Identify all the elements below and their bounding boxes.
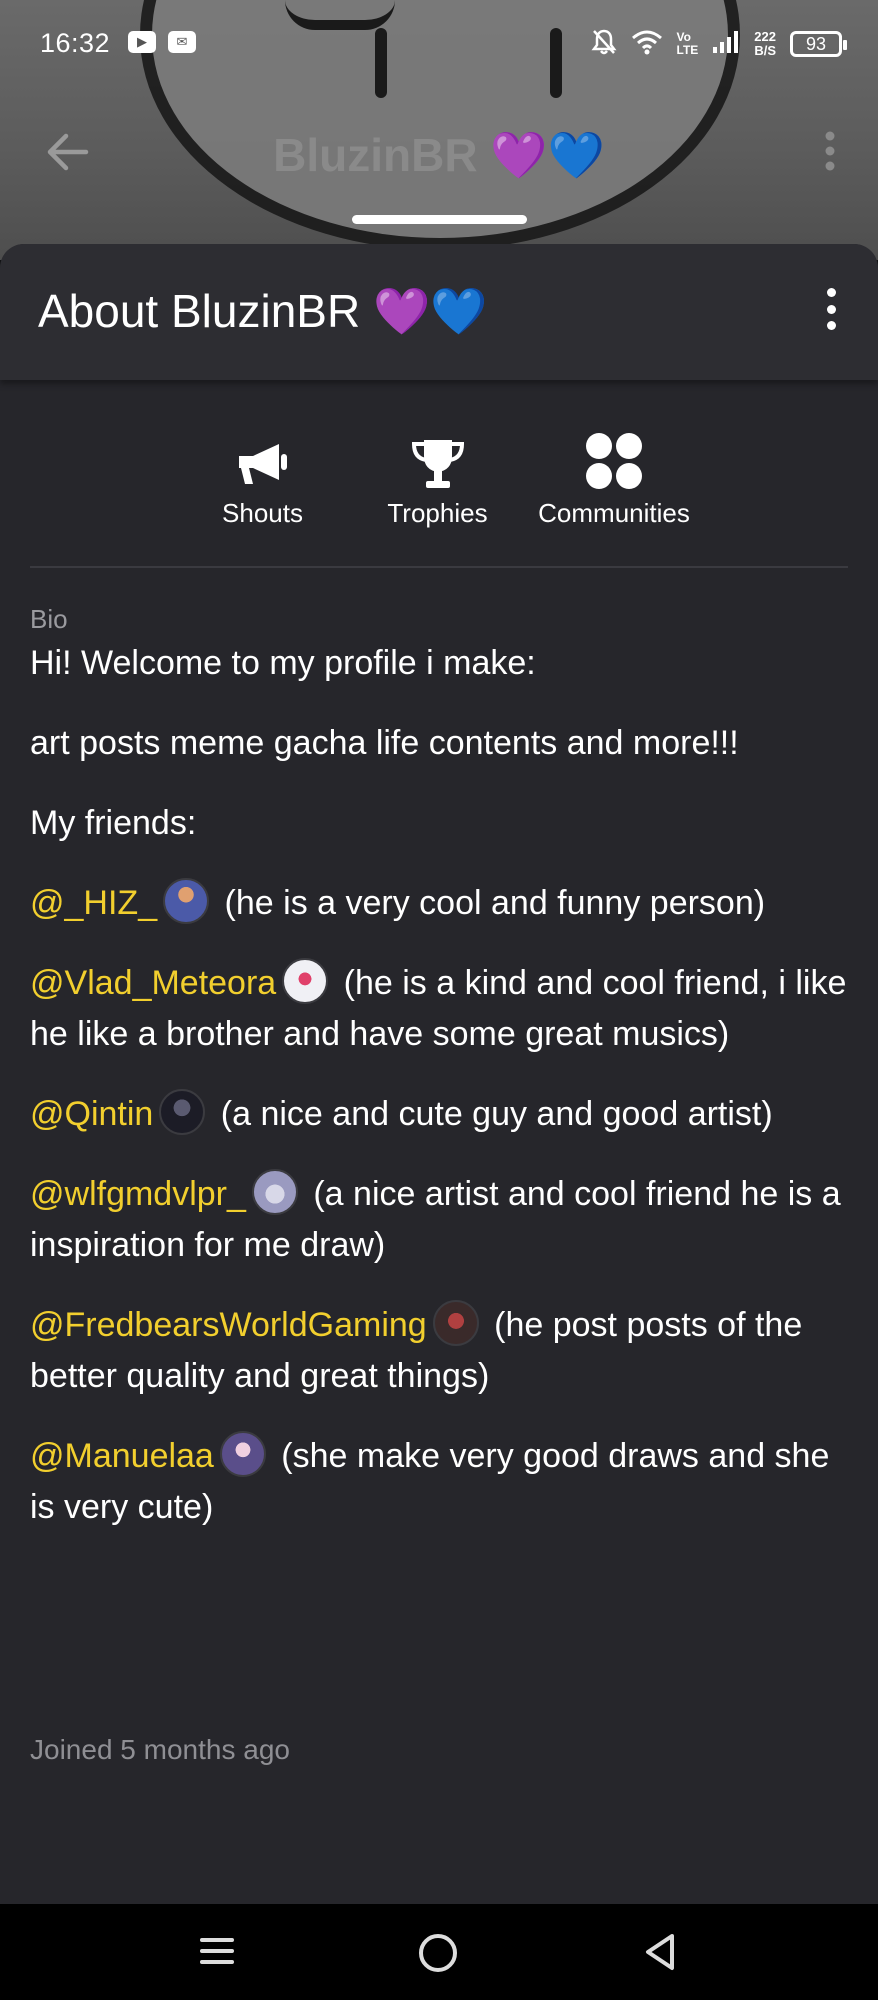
friend-avatar[interactable] — [159, 1089, 206, 1135]
friend-avatar[interactable] — [163, 878, 210, 924]
friend-entry: @wlfgmdvlpr_ (a nice artist and cool fri… — [30, 1169, 848, 1271]
about-sheet: About BluzinBR 💜💙 Shouts Trophies Commun… — [0, 244, 878, 1904]
volte-bottom-label: LTE — [676, 43, 699, 57]
friend-mention-link[interactable]: @Manuelaa — [30, 1437, 214, 1475]
back-triangle-icon[interactable] — [642, 1932, 682, 1972]
top-app-bar: BluzinBR 💜💙 — [0, 118, 878, 198]
friend-avatar[interactable] — [219, 1431, 266, 1477]
recent-apps-icon[interactable] — [200, 1932, 240, 1972]
trophies-button[interactable]: Trophies — [375, 434, 500, 529]
friend-mention-link[interactable]: @FredbearsWorldGaming — [30, 1306, 427, 1344]
home-icon[interactable] — [419, 1934, 457, 1972]
shouts-label: Shouts — [222, 498, 303, 528]
joined-date: Joined 5 months ago — [30, 1734, 290, 1765]
profile-actions: Shouts Trophies Communities — [0, 433, 878, 528]
megaphone-icon — [200, 434, 325, 490]
friend-avatar[interactable] — [282, 958, 329, 1004]
net-speed-unit: B/S — [754, 43, 776, 58]
friend-mention-link[interactable]: @_HIZ_ — [30, 884, 157, 922]
friend-mention-link[interactable]: @Vlad_Meteora — [30, 964, 276, 1002]
sheet-header: About BluzinBR 💜💙 — [0, 244, 878, 380]
sheet-more-options-icon[interactable] — [826, 288, 836, 330]
battery-icon: 93 — [790, 31, 847, 57]
friend-entry: @FredbearsWorldGaming (he post posts of … — [30, 1300, 848, 1402]
bio-section: Bio Hi! Welcome to my profile i make: ar… — [30, 604, 848, 1562]
friend-description: (a nice and cute guy and good artist) — [211, 1095, 773, 1133]
shouts-button[interactable]: Shouts — [200, 434, 325, 529]
volte-indicator: Vo LTE — [677, 31, 699, 57]
youtube-notification-icon: ▶ — [128, 31, 156, 53]
status-bar: 16:32 ▶ ✉ Vo LTE 222 B/S 93 — [0, 0, 878, 90]
more-options-icon[interactable] — [820, 130, 840, 179]
signal-icon — [712, 30, 740, 58]
friend-entry: @Qintin (a nice and cute guy and good ar… — [30, 1089, 848, 1140]
friend-entry: @Manuelaa (she make very good draws and … — [30, 1431, 848, 1533]
friend-avatar[interactable] — [432, 1300, 479, 1346]
friend-entry: @Vlad_Meteora (he is a kind and cool fri… — [30, 958, 848, 1060]
sheet-title: About BluzinBR 💜💙 — [38, 285, 488, 337]
friend-mention-link[interactable]: @Qintin — [30, 1095, 153, 1133]
friend-mention-link[interactable]: @wlfgmdvlpr_ — [30, 1175, 246, 1213]
communities-label: Communities — [538, 498, 690, 528]
mute-bell-icon — [591, 28, 617, 60]
system-navigation-bar — [0, 1904, 878, 2000]
trophy-icon — [375, 434, 500, 490]
section-divider — [30, 566, 848, 568]
profile-name-title: BluzinBR 💜💙 — [273, 129, 605, 181]
bio-line: My friends: — [30, 804, 197, 842]
communities-button[interactable]: Communities — [525, 433, 703, 529]
notification-icons: ▶ ✉ — [128, 31, 196, 53]
battery-level: 93 — [805, 33, 827, 54]
friend-entry: @_HIZ_ (he is a very cool and funny pers… — [30, 878, 848, 929]
friend-description: (he is a very cool and funny person) — [215, 884, 766, 922]
net-speed-value: 222 — [754, 29, 776, 44]
communities-icon — [525, 433, 703, 490]
net-speed: 222 B/S — [754, 30, 776, 58]
bio-label: Bio — [30, 604, 68, 634]
trophies-label: Trophies — [387, 498, 488, 528]
status-time: 16:32 — [40, 28, 111, 58]
system-status-icons: Vo LTE 222 B/S 93 — [591, 28, 847, 60]
bio-line: art posts meme gacha life contents and m… — [30, 724, 739, 762]
friend-avatar[interactable] — [251, 1169, 298, 1215]
bio-line: Hi! Welcome to my profile i make: — [30, 644, 536, 682]
wifi-icon — [631, 29, 663, 59]
sheet-drag-handle[interactable] — [352, 215, 527, 224]
message-notification-icon: ✉ — [168, 31, 196, 53]
